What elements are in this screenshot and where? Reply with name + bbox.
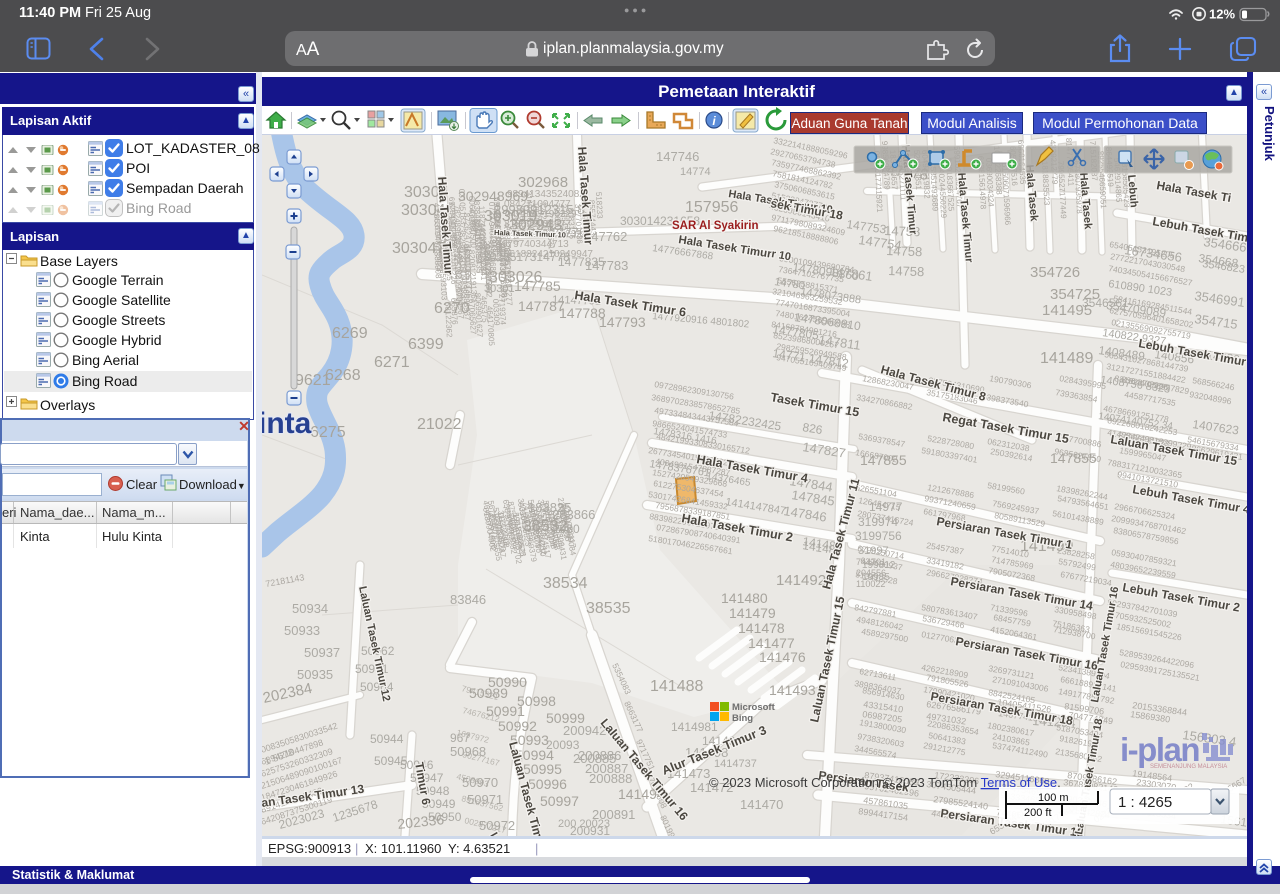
svg-text:14758: 14758 xyxy=(888,263,925,279)
svg-text:50968: 50968 xyxy=(450,744,486,759)
svg-text:50991: 50991 xyxy=(486,703,525,719)
svg-text:6271: 6271 xyxy=(374,354,410,371)
svg-text:157956: 157956 xyxy=(685,199,738,216)
svg-text:inta: inta xyxy=(262,407,312,440)
svg-text:50997: 50997 xyxy=(540,793,579,809)
svg-text:141480: 141480 xyxy=(721,590,768,606)
svg-text:50933: 50933 xyxy=(284,623,320,638)
svg-text:2719374: 2719374 xyxy=(497,294,508,326)
svg-text:19985: 19985 xyxy=(862,572,890,583)
svg-text:967: 967 xyxy=(450,731,470,745)
svg-text:147855: 147855 xyxy=(860,452,907,468)
svg-text:50970: 50970 xyxy=(462,775,498,790)
svg-text:518233: 518233 xyxy=(594,192,604,220)
svg-text:Bing: Bing xyxy=(732,713,753,724)
svg-text:38534: 38534 xyxy=(543,575,588,592)
svg-text:6270: 6270 xyxy=(434,300,470,317)
svg-text:Microsoft: Microsoft xyxy=(732,702,776,713)
svg-text:303047: 303047 xyxy=(392,240,445,257)
svg-text:31997: 31997 xyxy=(858,545,889,557)
svg-text:1414737: 1414737 xyxy=(714,758,757,770)
svg-text:50934: 50934 xyxy=(292,601,328,616)
svg-text:147783: 147783 xyxy=(585,258,628,273)
svg-text:200 ft: 200 ft xyxy=(1024,807,1052,819)
svg-text:50937: 50937 xyxy=(304,645,340,660)
svg-text:14977: 14977 xyxy=(869,500,903,514)
svg-text:6269: 6269 xyxy=(332,325,368,342)
svg-text:100 m: 100 m xyxy=(1038,792,1069,804)
svg-text:141478: 141478 xyxy=(738,620,785,636)
svg-text:147793: 147793 xyxy=(599,314,646,330)
svg-text:141479: 141479 xyxy=(729,605,776,621)
svg-text:141493: 141493 xyxy=(769,682,816,698)
svg-text:199812: 199812 xyxy=(862,560,896,571)
svg-text:SEMENANJUNG MALAYSIA: SEMENANJUNG MALAYSIA xyxy=(1150,764,1227,770)
svg-text:141488: 141488 xyxy=(650,678,703,695)
svg-text:50935: 50935 xyxy=(297,667,333,682)
svg-text:i-plan: i-plan xyxy=(1120,731,1199,768)
svg-text:319974: 319974 xyxy=(858,515,898,529)
svg-text:6399: 6399 xyxy=(408,336,444,353)
svg-text:2980: 2980 xyxy=(553,522,580,536)
svg-text:9621: 9621 xyxy=(295,372,331,389)
svg-text:141489: 141489 xyxy=(1040,350,1093,367)
svg-text:14774: 14774 xyxy=(680,166,711,178)
svg-text:38535: 38535 xyxy=(586,600,631,617)
svg-text:6275: 6275 xyxy=(310,424,346,441)
svg-text:147855: 147855 xyxy=(1050,450,1097,466)
svg-text:200931: 200931 xyxy=(570,824,610,836)
svg-text:200888: 200888 xyxy=(589,771,632,786)
svg-text:30301: 30301 xyxy=(484,283,515,295)
svg-text:3199756: 3199756 xyxy=(855,529,902,543)
svg-text:12%: 12% xyxy=(1209,7,1235,22)
svg-text:141470: 141470 xyxy=(740,797,783,812)
svg-text:354726: 354726 xyxy=(1030,264,1080,281)
svg-text:83846: 83846 xyxy=(450,592,486,607)
svg-text:283866: 283866 xyxy=(552,507,595,522)
svg-text:21022: 21022 xyxy=(417,416,462,433)
svg-text:141476: 141476 xyxy=(759,649,806,665)
svg-text:50971: 50971 xyxy=(467,792,503,807)
svg-text:147785: 147785 xyxy=(514,278,561,294)
svg-text:147746: 147746 xyxy=(656,149,699,164)
svg-text:50944: 50944 xyxy=(370,732,404,746)
svg-text:SAR Al Syakirin: SAR Al Syakirin xyxy=(672,220,759,232)
svg-text:1414981: 1414981 xyxy=(671,720,718,734)
svg-text:1 : 4265: 1 : 4265 xyxy=(1118,794,1172,811)
svg-text:50989: 50989 xyxy=(469,685,508,701)
